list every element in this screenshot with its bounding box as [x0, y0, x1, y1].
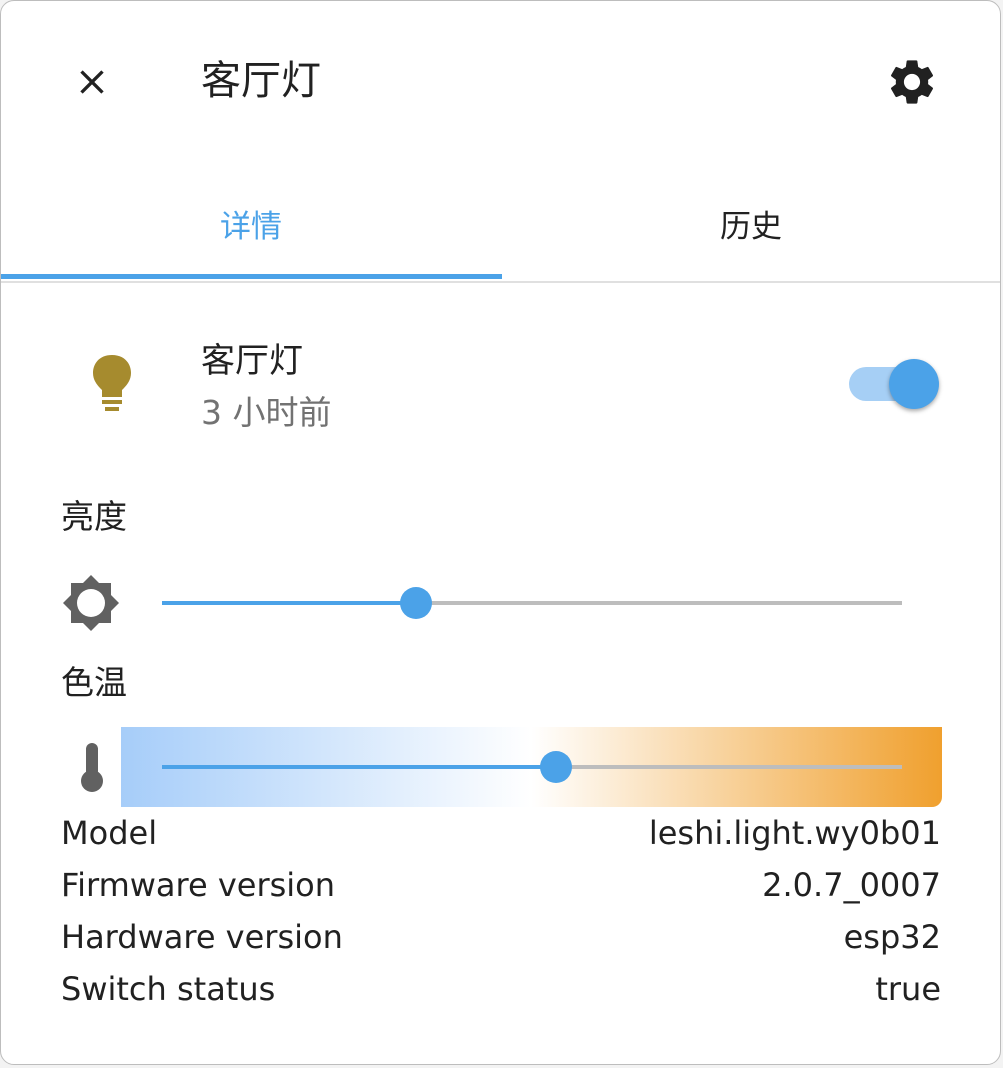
lightbulb-icon: [93, 355, 131, 411]
slider-track-fill: [162, 765, 556, 769]
attribute-key: Firmware version: [61, 866, 336, 904]
dialog-title: 客厅灯: [201, 58, 321, 104]
thermometer-icon: [81, 743, 103, 792]
tab-history[interactable]: 历史: [501, 181, 1000, 279]
light-toggle[interactable]: [849, 357, 943, 411]
slider-track-fill: [162, 601, 416, 605]
attribute-value: leshi.light.wy0b01: [648, 814, 941, 852]
close-button[interactable]: [61, 51, 123, 113]
attribute-value: 2.0.7_0007: [762, 866, 941, 904]
attribute-row-switch-status: Switch status true: [61, 967, 941, 1011]
attribute-value: esp32: [843, 918, 941, 956]
settings-button[interactable]: [879, 49, 945, 115]
tab-details[interactable]: 详情: [1, 181, 501, 279]
attribute-key: Switch status: [61, 970, 276, 1008]
tab-bar: 详情 历史: [1, 181, 1000, 283]
slider-thumb[interactable]: [399, 587, 432, 619]
attribute-key: Model: [61, 814, 158, 852]
attribute-row-hardware: Hardware version esp32: [61, 915, 941, 959]
attribute-row-firmware: Firmware version 2.0.7_0007: [61, 863, 941, 907]
attribute-value: true: [875, 970, 941, 1008]
brightness-label: 亮度: [61, 497, 127, 536]
attribute-row-model: Model leshi.light.wy0b01: [61, 811, 941, 855]
brightness-slider[interactable]: [162, 583, 902, 623]
close-icon: [80, 70, 104, 94]
entity-name: 客厅灯: [201, 341, 303, 381]
slider-thumb[interactable]: [539, 751, 572, 783]
active-tab-indicator: [1, 274, 502, 279]
attribute-key: Hardware version: [61, 918, 343, 956]
color-temp-label: 色温: [61, 663, 127, 702]
toggle-knob: [889, 359, 939, 409]
color-temp-slider[interactable]: [162, 747, 902, 787]
last-changed-time: 3 小时前: [201, 393, 332, 432]
gear-icon: [890, 60, 934, 104]
more-info-dialog: 客厅灯 详情 历史 客厅灯 3 小时前 亮度 色温 Model leshi.li…: [0, 0, 1001, 1065]
brightness-icon: [63, 575, 119, 631]
